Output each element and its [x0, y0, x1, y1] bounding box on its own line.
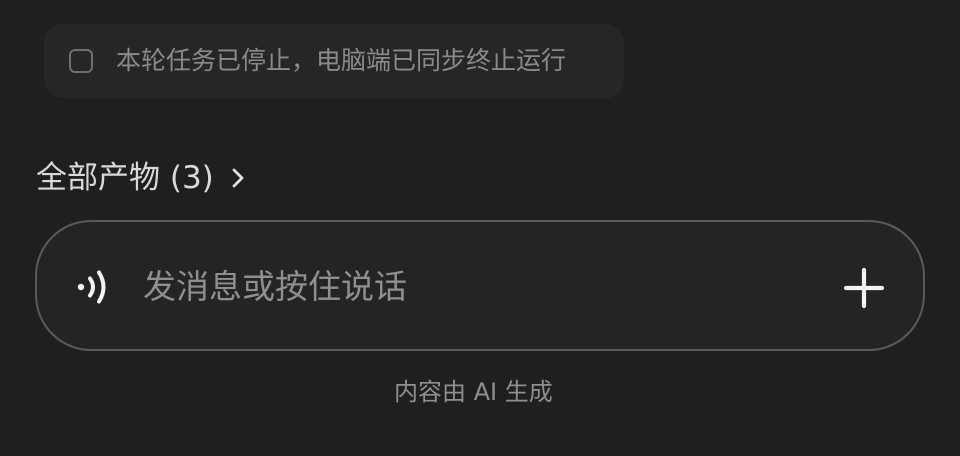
message-input[interactable] — [143, 265, 803, 309]
add-button[interactable] — [841, 265, 887, 311]
chevron-right-icon — [226, 166, 250, 190]
message-composer — [35, 220, 925, 351]
ai-generated-note: 内容由 AI 生成 — [394, 378, 553, 406]
plus-icon — [843, 267, 885, 309]
all-artifacts-link[interactable]: 全部产物 (3) — [36, 156, 250, 200]
voice-wave-icon — [77, 270, 106, 304]
checkbox-icon — [69, 49, 93, 73]
chat-screen: 本轮任务已停止，电脑端已同步终止运行 全部产物 (3) 内容由 AI 生成 — [0, 0, 960, 456]
task-stopped-card: 本轮任务已停止，电脑端已同步终止运行 — [44, 24, 624, 98]
voice-button[interactable] — [73, 265, 117, 309]
all-artifacts-label: 全部产物 (3) — [36, 160, 214, 196]
task-status-text: 本轮任务已停止，电脑端已同步终止运行 — [116, 46, 567, 75]
